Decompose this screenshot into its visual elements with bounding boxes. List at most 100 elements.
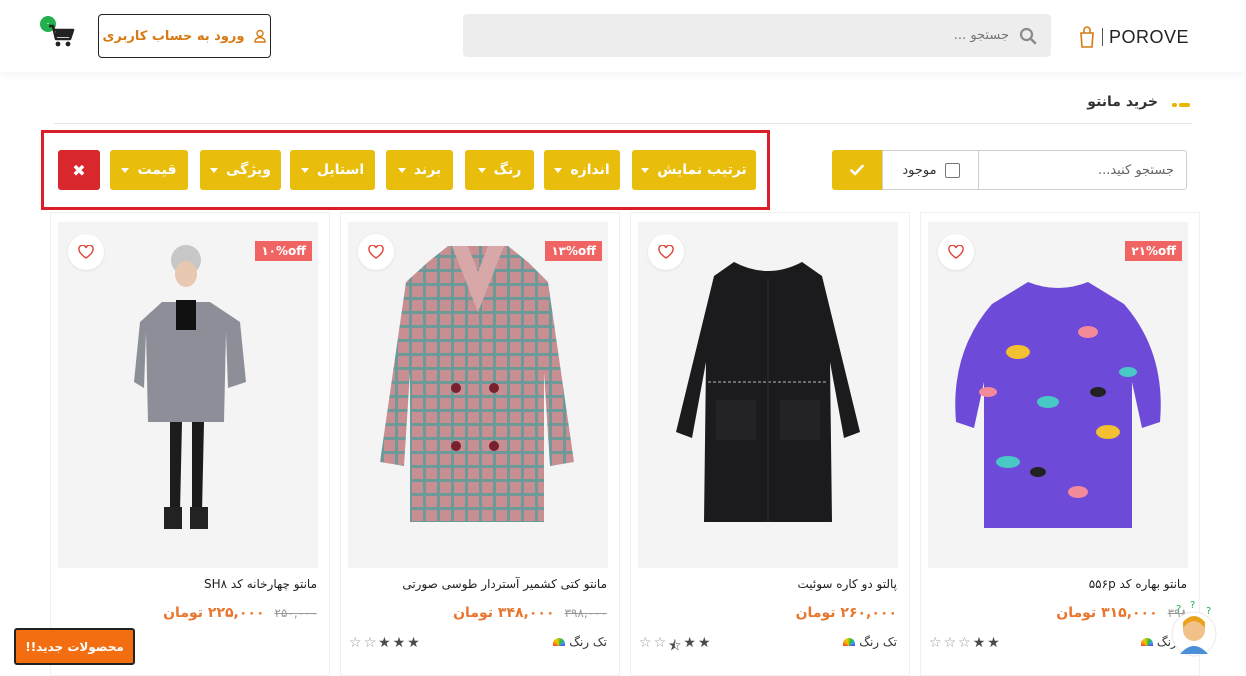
filter-label: استایل <box>316 162 365 178</box>
product-card[interactable]: ۱۰%off مانتو چهارخانه کد SH۸ ۲۵۰,۰۰۰ ۲۲۵… <box>50 212 330 676</box>
star-full-icon: ★ <box>407 635 420 651</box>
product-image[interactable]: ۱۳%off <box>348 222 608 568</box>
product-price: ۳۱۵,۰۰۰ تومان <box>1056 605 1158 621</box>
rating-stars: ☆ ☆ ⯪ ★ ★ <box>639 635 711 659</box>
star-full-icon: ★ <box>683 635 696 651</box>
filter-sort-button[interactable]: ترتیب نمایش <box>632 150 756 190</box>
filter-search-input[interactable] <box>979 151 1186 189</box>
filter-size-button[interactable]: اندازه <box>544 150 620 190</box>
in-stock-checkbox[interactable] <box>944 162 960 178</box>
heart-icon <box>368 245 384 259</box>
page-title-row: خرید مانتو <box>54 88 1192 124</box>
close-icon: ✖ <box>72 160 86 180</box>
svg-text:?: ? <box>1190 600 1195 611</box>
star-empty-icon: ☆ <box>363 635 377 651</box>
new-products-button[interactable]: محصولات جدید!! <box>14 628 135 665</box>
discount-badge: ۲۱%off <box>1125 241 1182 261</box>
filter-feature-button[interactable]: ویژگی <box>200 150 281 190</box>
price-row: ۲۵۰,۰۰۰ ۲۲۵,۰۰۰ تومان <box>163 605 317 621</box>
login-button[interactable]: ورود به حساب کاربری <box>98 14 271 58</box>
star-empty-icon: ☆ <box>943 635 957 651</box>
header-search <box>463 14 1051 57</box>
filter-label: رنگ <box>493 162 522 178</box>
grey-check-coat-image <box>58 222 318 568</box>
filter-price-button[interactable]: قیمت <box>110 150 188 190</box>
filter-label: برند <box>413 162 442 178</box>
rainbow-icon <box>553 638 566 646</box>
heart-icon <box>948 245 964 259</box>
filter-search-box <box>978 150 1187 190</box>
filter-brand-button[interactable]: برند <box>386 150 453 190</box>
caret-down-icon <box>300 167 309 173</box>
heart-icon <box>78 245 94 259</box>
wishlist-button[interactable] <box>938 234 974 270</box>
in-stock-label: موجود <box>902 162 937 178</box>
filter-label: اندازه <box>570 162 610 178</box>
filter-label: ویژگی <box>226 162 271 178</box>
black-coat-image <box>638 222 898 568</box>
in-stock-filter[interactable]: موجود <box>882 150 979 190</box>
pink-plaid-coat-image <box>348 222 608 568</box>
discount-badge: ۱۳%off <box>545 241 602 261</box>
filter-label: ترتیب نمایش <box>657 162 747 178</box>
star-empty-icon: ☆ <box>958 635 971 651</box>
wishlist-button[interactable] <box>648 234 684 270</box>
wishlist-button[interactable] <box>68 234 104 270</box>
old-price: ۲۵۰,۰۰۰ <box>274 606 318 620</box>
product-image[interactable] <box>638 222 898 568</box>
product-image[interactable]: ۲۱%off <box>928 222 1188 568</box>
checkmark-icon <box>850 164 864 176</box>
filter-submit-button[interactable] <box>832 150 882 190</box>
user-icon <box>253 29 266 43</box>
filter-color-button[interactable]: رنگ <box>465 150 534 190</box>
cart-icon <box>49 24 75 47</box>
old-price: ۳۹۸,۰۰۰ <box>564 606 608 620</box>
star-full-icon: ★ <box>378 635 391 651</box>
product-name[interactable]: مانتو کتی کشمیر آستردار طوسی صورتی <box>402 577 607 591</box>
title-accent-dots <box>1172 103 1190 107</box>
product-meta: ☆☆☆★★ ۴ رنگ <box>929 633 1187 653</box>
caret-down-icon <box>397 167 406 173</box>
star-full-icon: ★ <box>987 635 1000 651</box>
new-products-label: محصولات جدید!! <box>25 639 124 654</box>
svg-text:?: ? <box>1206 606 1211 617</box>
rainbow-icon <box>1140 638 1153 646</box>
header-search-input[interactable] <box>509 14 1009 57</box>
support-agent-icon: ? ? ? <box>1171 600 1217 657</box>
site-logo[interactable]: POROVE <box>1078 22 1190 52</box>
product-card[interactable]: پالتو دو کاره سوئیت ۲۶۰,۰۰۰ تومان ☆ ☆ ⯪ ★ ★ … <box>630 212 910 676</box>
svg-text:?: ? <box>1176 604 1181 615</box>
product-card[interactable]: ۱۳%off مانتو کتی کشمیر آستردار طوسی صورت… <box>340 212 620 676</box>
star-half-icon: ⯪ <box>668 638 682 654</box>
site-header: ۰ ورود به حساب کاربری POROVE <box>0 0 1246 72</box>
rating-stars: ☆☆★★★ <box>349 635 420 651</box>
product-name[interactable]: مانتو چهارخانه کد SH۸ <box>204 577 317 591</box>
product-image[interactable]: ۱۰%off <box>58 222 318 568</box>
price-row: ۲۶۰,۰۰۰ تومان <box>796 605 897 621</box>
discount-badge: ۱۰%off <box>255 241 312 261</box>
login-label: ورود به حساب کاربری <box>102 28 245 44</box>
purple-floral-coat-image <box>928 222 1188 568</box>
product-meta: ☆ ☆ ⯪ ★ ★ تک رنگ <box>639 633 897 654</box>
support-chat-button[interactable]: ? ? ? <box>1164 600 1224 660</box>
caret-down-icon <box>210 167 219 173</box>
color-count: تک رنگ <box>843 635 897 649</box>
star-empty-icon: ☆ <box>653 635 667 651</box>
star-empty-icon: ☆ <box>639 635 652 651</box>
star-full-icon: ★ <box>392 635 406 651</box>
product-name[interactable]: پالتو دو کاره سوئیت <box>797 577 897 591</box>
heart-icon <box>658 245 674 259</box>
filter-style-button[interactable]: استایل <box>290 150 375 190</box>
clear-filters-button[interactable]: ✖ <box>58 150 100 190</box>
product-card[interactable]: ۲۱%off مانتو بهاره کد ۵۵۶p ۳۹۸ ۳۱۵,۰۰۰ ت… <box>920 212 1200 676</box>
product-name[interactable]: مانتو بهاره کد ۵۵۶p <box>1089 577 1187 591</box>
search-icon[interactable] <box>1019 27 1037 45</box>
wishlist-button[interactable] <box>358 234 394 270</box>
star-full-icon: ★ <box>697 635 711 651</box>
cart-button[interactable]: ۰ <box>38 16 80 56</box>
rating-stars: ☆ ☆ ☆ ★ ★ <box>929 635 1000 651</box>
color-count-label: تک رنگ <box>569 635 607 649</box>
star-full-icon: ★ <box>972 635 986 651</box>
product-meta: ☆ ☆ ★ ★ ★ تک رنگ <box>349 633 607 653</box>
price-row: ۳۹۸,۰۰۰ ۳۴۸,۰۰۰ تومان <box>453 605 607 621</box>
